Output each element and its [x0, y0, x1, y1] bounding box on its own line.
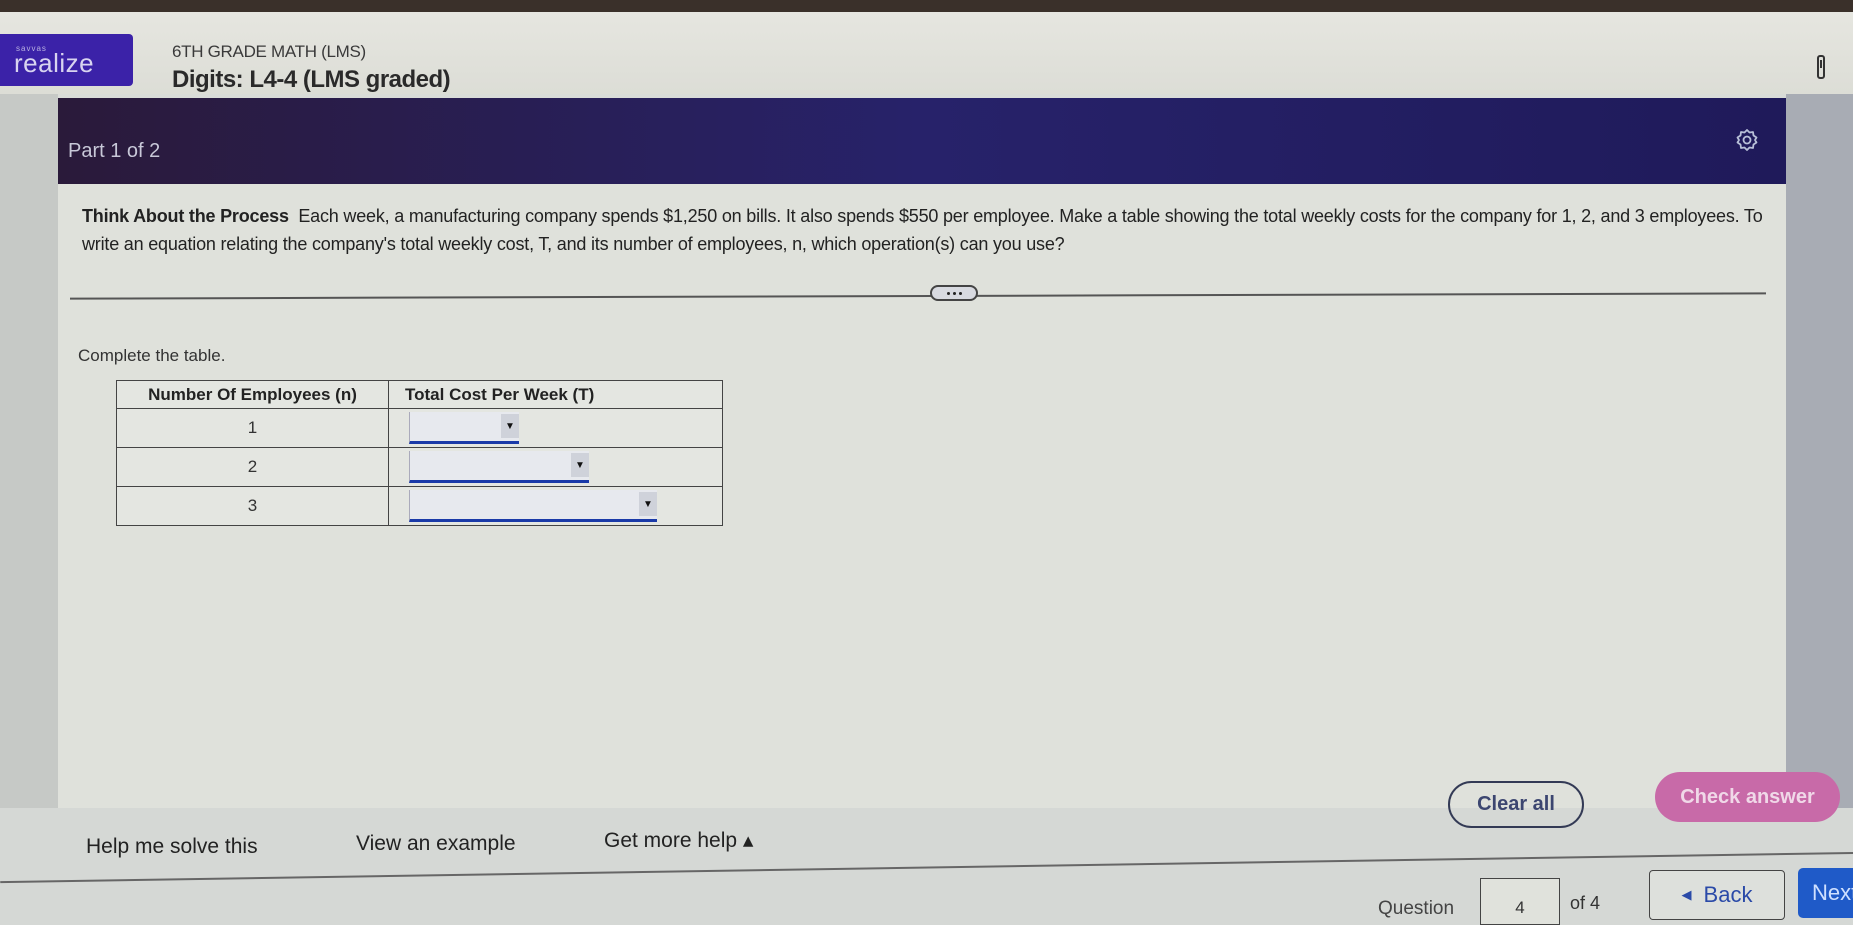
instruction-text: Complete the table.: [78, 346, 226, 365]
question-panel: Part 1 of 2 Think About the Process Each…: [58, 98, 1786, 808]
app-header: savvas realize 6TH GRADE MATH (LMS) Digi…: [0, 12, 1853, 94]
table-row: 1 ▼: [116, 408, 723, 448]
employees-cell: 3: [116, 486, 389, 526]
next-button[interactable]: Next: [1798, 868, 1853, 918]
get-more-help-link[interactable]: Get more help ▴: [604, 828, 753, 853]
employees-cell: 2: [116, 447, 389, 487]
cost-cell: ▼: [388, 408, 723, 448]
cost-cell: ▼: [388, 486, 723, 526]
ellipsis-icon: [946, 291, 950, 295]
ellipsis-dot: [958, 291, 962, 295]
realize-logo[interactable]: savvas realize: [0, 34, 133, 86]
help-me-solve-link[interactable]: Help me solve this: [86, 835, 258, 859]
question-number-input[interactable]: 4: [1480, 878, 1560, 925]
ellipsis-dot: [952, 291, 956, 295]
right-scroll-area: [1786, 94, 1853, 824]
cost-cell: ▼: [388, 447, 723, 487]
cost-dropdown-3[interactable]: ▼: [409, 490, 657, 522]
header-total-cost: Total Cost Per Week (T): [388, 380, 723, 409]
employees-cell: 1: [116, 408, 389, 448]
caret-left-icon: ◀: [1681, 887, 1692, 902]
logo-text: realize: [14, 48, 95, 78]
question-prompt: Think About the Process Each week, a man…: [82, 202, 1782, 258]
triangle-down-icon[interactable]: ▼: [639, 492, 657, 516]
cost-dropdown-2[interactable]: ▼: [409, 451, 589, 483]
prompt-text: Each week, a manufacturing company spend…: [82, 206, 1763, 254]
expand-more-button[interactable]: [930, 285, 978, 301]
back-label: Back: [1703, 882, 1753, 907]
question-total: of 4: [1570, 893, 1601, 913]
check-answer-button[interactable]: Check answer: [1655, 772, 1840, 822]
part-header: Part 1 of 2: [58, 98, 1786, 184]
answer-table: Number Of Employees (n) Total Cost Per W…: [116, 380, 723, 526]
header-employees: Number Of Employees (n): [116, 380, 389, 409]
clear-all-button[interactable]: Clear all: [1448, 781, 1584, 828]
course-title: 6TH GRADE MATH (LMS): [172, 42, 366, 61]
screen-top-edge: [0, 0, 1853, 12]
view-example-link[interactable]: View an example: [356, 832, 516, 856]
part-label: Part 1 of 2: [68, 140, 161, 162]
table-row: 2 ▼: [116, 447, 723, 487]
cost-dropdown-1[interactable]: ▼: [409, 412, 519, 444]
left-margin: [0, 94, 58, 824]
paper-icon[interactable]: [1817, 55, 1825, 79]
lesson-title: Digits: L4-4 (LMS graded): [172, 66, 451, 93]
prompt-heading: Think About the Process: [82, 206, 289, 226]
back-button[interactable]: ◀ Back: [1649, 870, 1785, 920]
gear-icon[interactable]: [1735, 128, 1759, 152]
triangle-down-icon[interactable]: ▼: [501, 414, 519, 438]
triangle-down-icon[interactable]: ▼: [571, 453, 589, 477]
question-label: Question: [1378, 898, 1455, 919]
table-header-row: Number Of Employees (n) Total Cost Per W…: [116, 380, 723, 409]
section-divider: [70, 292, 1766, 300]
table-row: 3 ▼: [116, 486, 723, 526]
